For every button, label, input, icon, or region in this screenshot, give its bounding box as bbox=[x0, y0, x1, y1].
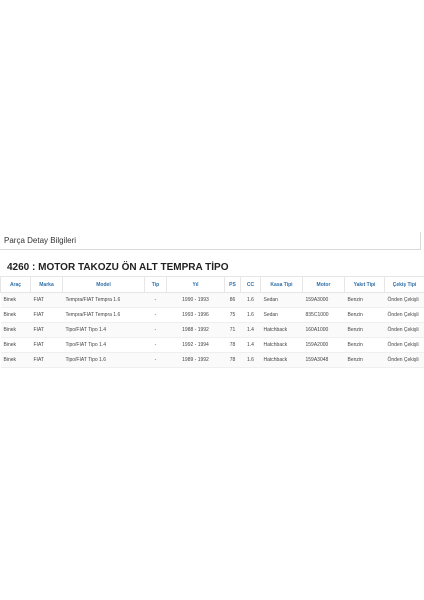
cell-tip: - bbox=[144, 307, 167, 323]
cell-arac: Binek bbox=[0, 307, 31, 323]
cell-motor: 159A3048 bbox=[302, 352, 345, 368]
col-header-cc[interactable]: CC bbox=[240, 276, 261, 293]
cell-cc: 1.6 bbox=[240, 307, 261, 323]
table-row: Binek FIAT Tempra/FIAT Tempra 1.6 - 1990… bbox=[0, 292, 424, 308]
cell-yil: 1993 - 1996 bbox=[166, 307, 225, 323]
cell-yakit-tipi: Benzin bbox=[344, 352, 385, 368]
col-header-cekis-tipi[interactable]: Çekiş Tipi bbox=[384, 276, 424, 293]
cell-motor: 159A2000 bbox=[302, 337, 345, 353]
cell-yakit-tipi: Benzin bbox=[344, 307, 385, 323]
cell-model: Tempra/FIAT Tempra 1.6 bbox=[62, 307, 145, 323]
cell-kasa-tipi: Sedan bbox=[260, 292, 303, 308]
cell-yil: 1992 - 1994 bbox=[166, 337, 225, 353]
cell-yil: 1989 - 1992 bbox=[166, 352, 225, 368]
cell-marka: FIAT bbox=[30, 307, 63, 323]
cell-kasa-tipi: Sedan bbox=[260, 307, 303, 323]
cell-motor: 835C1000 bbox=[302, 307, 345, 323]
cell-yil: 1988 - 1992 bbox=[166, 322, 225, 338]
page: Parça Detay Bilgileri 4260 : MOTOR TAKOZ… bbox=[0, 0, 424, 600]
cell-motor: 159A3000 bbox=[302, 292, 345, 308]
part-title: 4260 : MOTOR TAKOZU ÖN ALT TEMPRA TİPO bbox=[7, 262, 229, 273]
table-row: Binek FIAT Tempra/FIAT Tempra 1.6 - 1993… bbox=[0, 307, 424, 323]
cell-model: Tipo/FIAT Tipo 1.6 bbox=[62, 352, 145, 368]
cell-cekis-tipi: Önden Çekişli bbox=[384, 292, 424, 308]
cell-model: Tipo/FIAT Tipo 1.4 bbox=[62, 322, 145, 338]
cell-tip: - bbox=[144, 292, 167, 308]
cell-tip: - bbox=[144, 322, 167, 338]
cell-cekis-tipi: Önden Çekişli bbox=[384, 322, 424, 338]
cell-cc: 1.4 bbox=[240, 322, 261, 338]
cell-tip: - bbox=[144, 337, 167, 353]
cell-kasa-tipi: Hatchback bbox=[260, 322, 303, 338]
panel-title: Parça Detay Bilgileri bbox=[4, 236, 77, 245]
cell-marka: FIAT bbox=[30, 352, 63, 368]
cell-cc: 1.6 bbox=[240, 292, 261, 308]
cell-marka: FIAT bbox=[30, 337, 63, 353]
col-header-kasa-tipi[interactable]: Kasa Tipi bbox=[260, 276, 303, 293]
cell-yakit-tipi: Benzin bbox=[344, 322, 385, 338]
col-header-marka[interactable]: Marka bbox=[30, 276, 63, 293]
cell-yil: 1990 - 1993 bbox=[166, 292, 225, 308]
table-row: Binek FIAT Tipo/FIAT Tipo 1.4 - 1992 - 1… bbox=[0, 337, 424, 353]
cell-cekis-tipi: Önden Çekişli bbox=[384, 352, 424, 368]
cell-arac: Binek bbox=[0, 292, 31, 308]
panel-header: Parça Detay Bilgileri bbox=[0, 232, 421, 250]
cell-arac: Binek bbox=[0, 352, 31, 368]
cell-model: Tempra/FIAT Tempra 1.6 bbox=[62, 292, 145, 308]
cell-tip: - bbox=[144, 352, 167, 368]
compatible-vehicles-table: Araç Marka Model Tip Yıl PS CC Kasa Tipi… bbox=[0, 276, 424, 368]
table-header-row: Araç Marka Model Tip Yıl PS CC Kasa Tipi… bbox=[0, 276, 424, 293]
cell-ps: 71 bbox=[224, 322, 241, 338]
cell-kasa-tipi: Hatchback bbox=[260, 352, 303, 368]
cell-ps: 78 bbox=[224, 352, 241, 368]
cell-ps: 86 bbox=[224, 292, 241, 308]
cell-motor: 160A1000 bbox=[302, 322, 345, 338]
cell-yakit-tipi: Benzin bbox=[344, 292, 385, 308]
cell-arac: Binek bbox=[0, 337, 31, 353]
cell-arac: Binek bbox=[0, 322, 31, 338]
cell-cc: 1.4 bbox=[240, 337, 261, 353]
cell-cekis-tipi: Önden Çekişli bbox=[384, 337, 424, 353]
cell-yakit-tipi: Benzin bbox=[344, 337, 385, 353]
col-header-yil[interactable]: Yıl bbox=[166, 276, 225, 293]
col-header-ps[interactable]: PS bbox=[224, 276, 241, 293]
table-row: Binek FIAT Tipo/FIAT Tipo 1.4 - 1988 - 1… bbox=[0, 322, 424, 338]
table-row: Binek FIAT Tipo/FIAT Tipo 1.6 - 1989 - 1… bbox=[0, 352, 424, 368]
cell-ps: 75 bbox=[224, 307, 241, 323]
cell-cekis-tipi: Önden Çekişli bbox=[384, 307, 424, 323]
col-header-yakit-tipi[interactable]: Yakıt Tipi bbox=[344, 276, 385, 293]
cell-marka: FIAT bbox=[30, 292, 63, 308]
cell-ps: 78 bbox=[224, 337, 241, 353]
cell-marka: FIAT bbox=[30, 322, 63, 338]
cell-model: Tipo/FIAT Tipo 1.4 bbox=[62, 337, 145, 353]
cell-cc: 1.6 bbox=[240, 352, 261, 368]
col-header-tip[interactable]: Tip bbox=[144, 276, 167, 293]
col-header-arac[interactable]: Araç bbox=[0, 276, 31, 293]
col-header-model[interactable]: Model bbox=[62, 276, 145, 293]
col-header-motor[interactable]: Motor bbox=[302, 276, 345, 293]
cell-kasa-tipi: Hatchback bbox=[260, 337, 303, 353]
